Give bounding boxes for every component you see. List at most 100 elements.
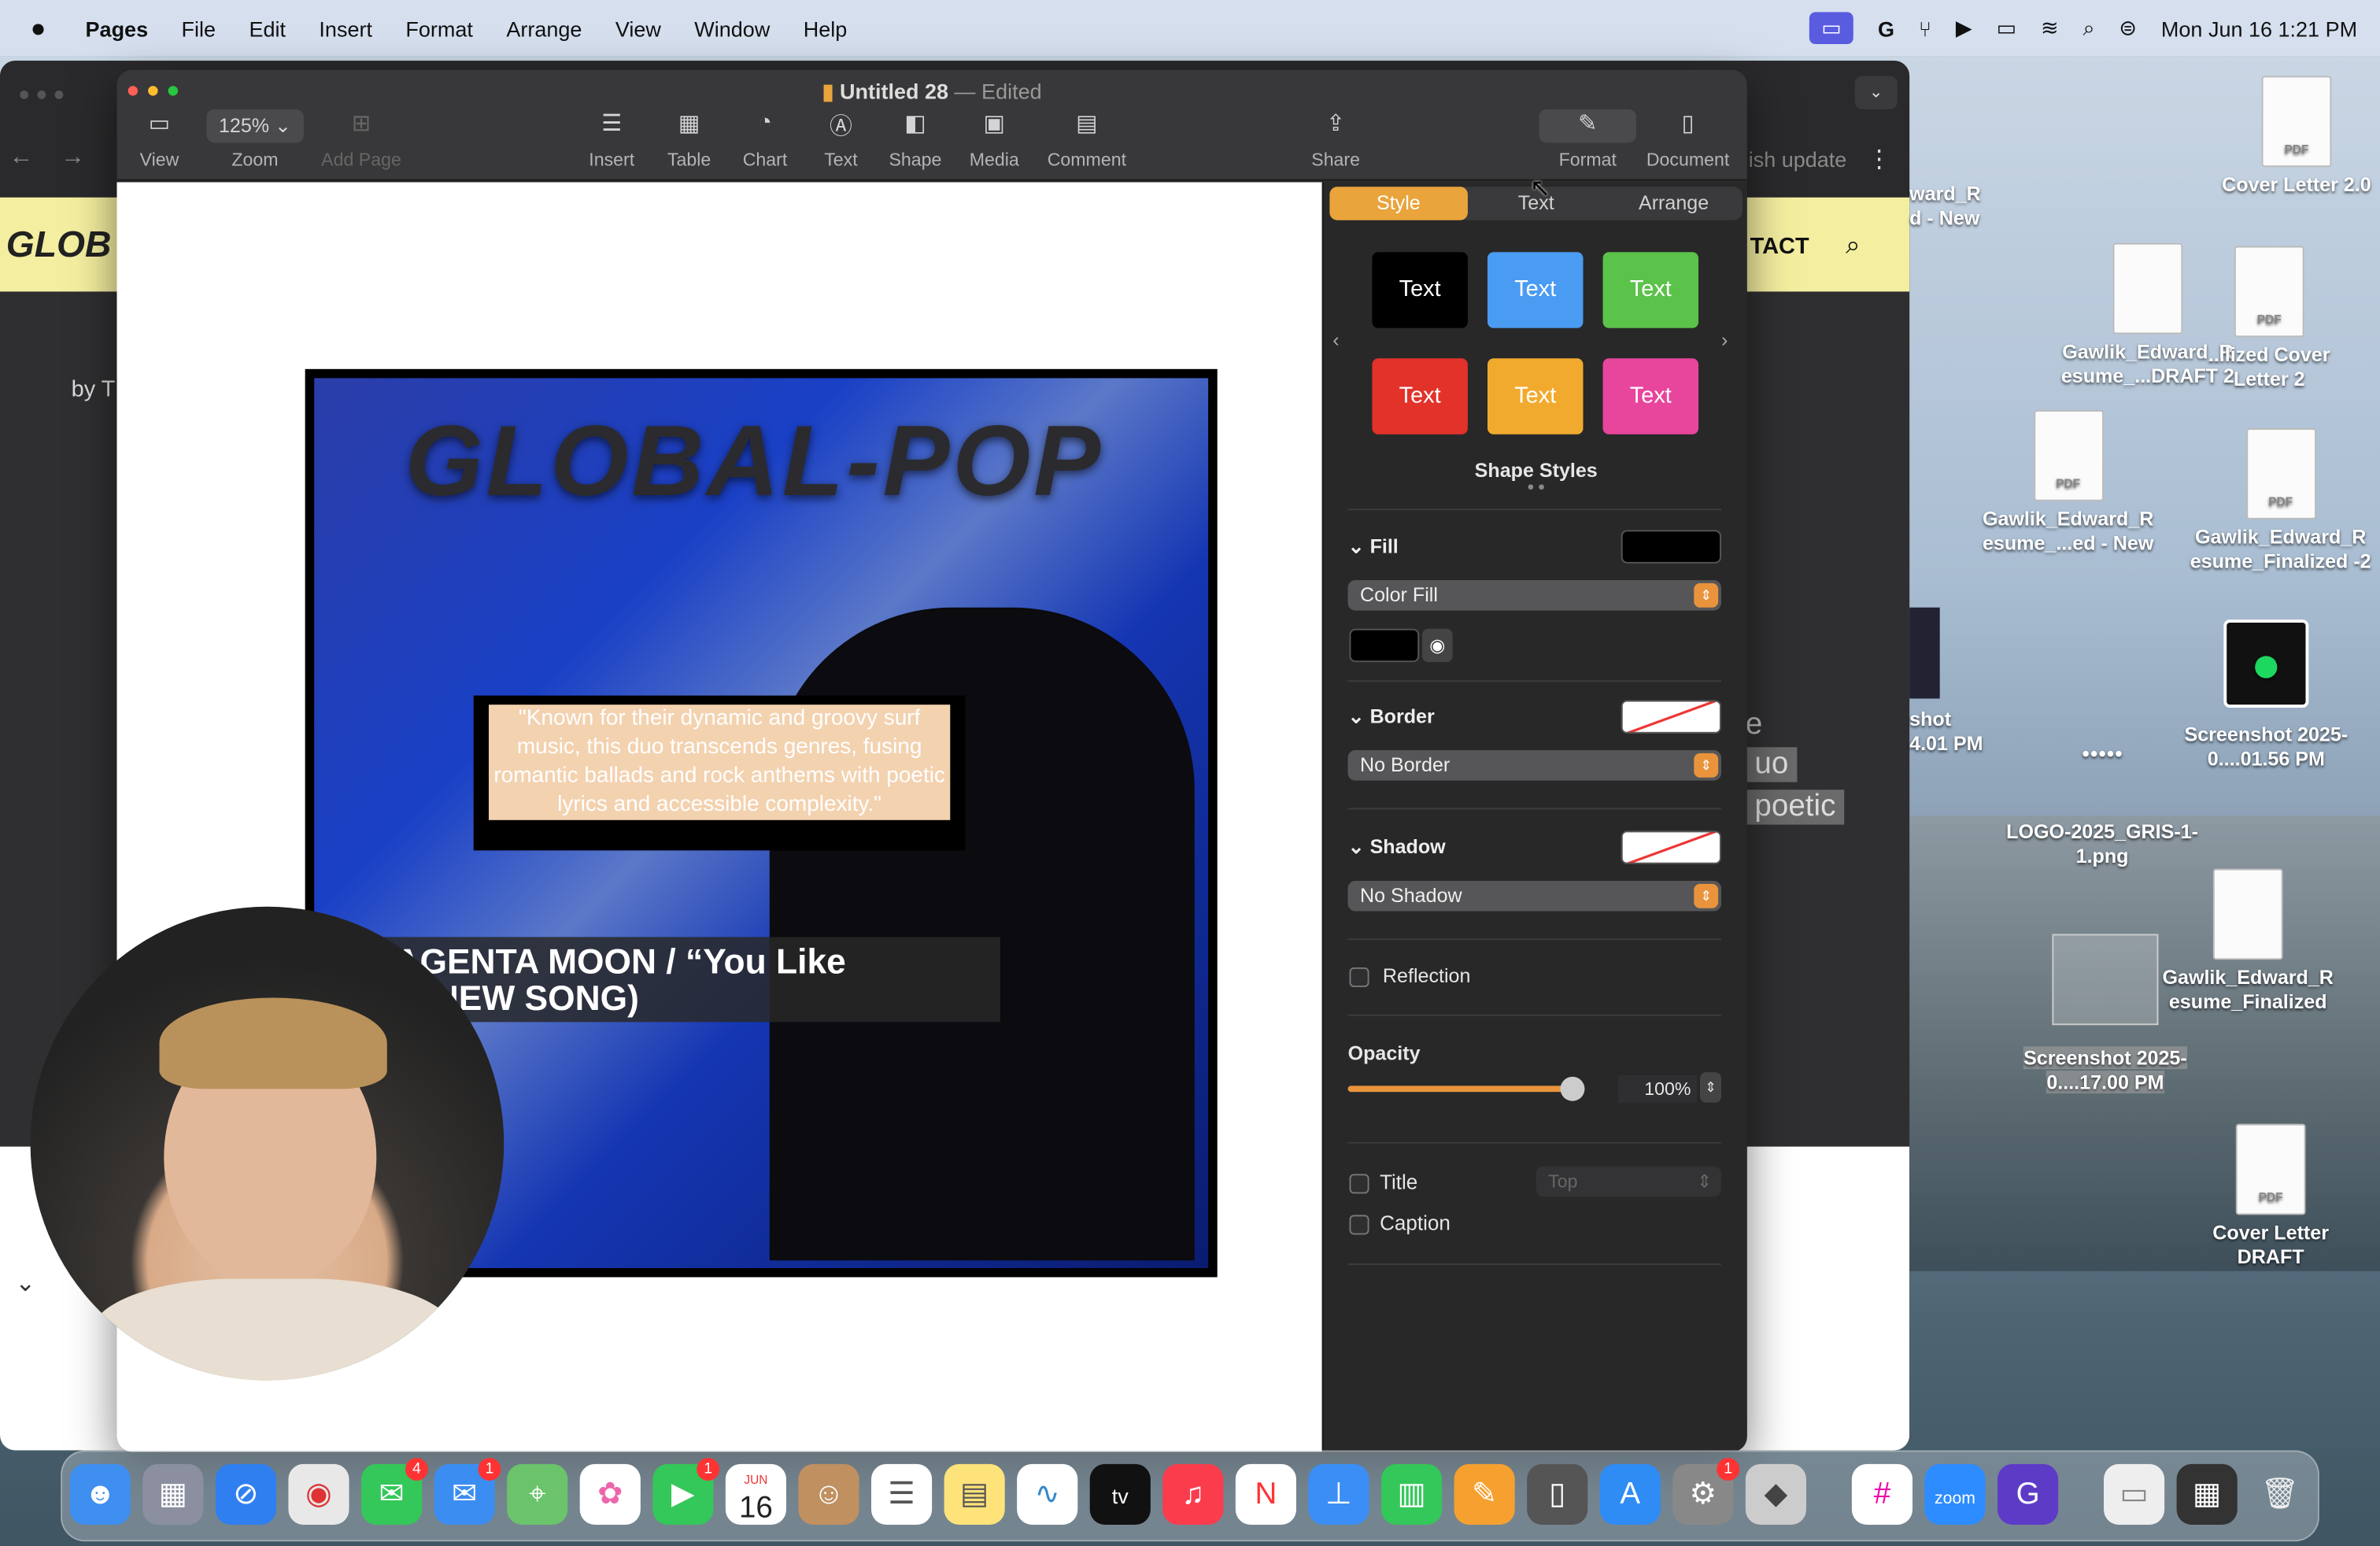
apple-icon[interactable]: ● bbox=[31, 13, 46, 43]
browser-toolbar-text[interactable]: ish update bbox=[1749, 147, 1847, 172]
desktop-icon-partial-resume[interactable]: ward_R d - New bbox=[1909, 183, 1994, 231]
title-checkbox[interactable] bbox=[1349, 1174, 1369, 1194]
more-icon[interactable]: ⋮ bbox=[1867, 144, 1891, 175]
wifi-icon[interactable]: ≋ bbox=[2041, 15, 2059, 41]
roblox-icon[interactable]: ◆ bbox=[1745, 1463, 1806, 1525]
keynote-icon[interactable]: ⊥ bbox=[1308, 1463, 1369, 1525]
tab-overview-icon[interactable]: ⌄ bbox=[1854, 76, 1898, 109]
format-button[interactable]: ✎ Format bbox=[1539, 109, 1636, 170]
shadow-type-select[interactable]: No Shadow ⇕ bbox=[1347, 880, 1721, 912]
opacity-slider[interactable] bbox=[1347, 1076, 1585, 1101]
recent-document-icon[interactable]: ▭ bbox=[2103, 1463, 2165, 1525]
media-button[interactable]: ▣ Media bbox=[970, 109, 1019, 170]
fill-color-well[interactable] bbox=[1349, 628, 1420, 663]
comment-button[interactable]: ▤ Comment bbox=[1048, 109, 1126, 170]
page-dots[interactable]: ● ● bbox=[1324, 480, 1747, 494]
caption-checkbox[interactable] bbox=[1349, 1215, 1369, 1235]
app-store-icon[interactable]: A bbox=[1599, 1463, 1661, 1525]
view-button[interactable]: ▭ View bbox=[140, 109, 179, 170]
zoom-button[interactable]: 125% ⌄ Zoom bbox=[206, 109, 304, 170]
style-swatch-1[interactable]: Text bbox=[1372, 252, 1468, 328]
tab-arrange[interactable]: Arrange bbox=[1605, 187, 1743, 220]
recent-window-icon[interactable]: ▦ bbox=[2176, 1463, 2238, 1525]
calendar-icon[interactable]: JUN 16 bbox=[725, 1463, 786, 1525]
numbers-icon[interactable]: ▥ bbox=[1380, 1463, 1443, 1525]
forward-icon[interactable]: → bbox=[61, 144, 85, 172]
style-swatch-6[interactable]: Text bbox=[1602, 358, 1699, 435]
finder-icon[interactable]: ☻ bbox=[69, 1463, 131, 1525]
desktop-icon-screenshot-spotify[interactable]: ● Screenshot 2025-0....01.56 PM bbox=[2174, 620, 2359, 771]
fill-section[interactable]: ⌄ Fill bbox=[1348, 534, 1399, 559]
menubar-clock[interactable]: Mon Jun 16 1:21 PM bbox=[2161, 16, 2357, 40]
fill-color-swatch[interactable] bbox=[1621, 530, 1721, 564]
menu-window[interactable]: Window bbox=[694, 16, 770, 40]
table-button[interactable]: ▦ Table bbox=[667, 109, 711, 170]
desktop-icon-resume-finalized-2[interactable]: PDF Gawlik_Edward_R esume_Finalized -2 bbox=[2186, 428, 2375, 574]
desktop-icon-screenshot-1700[interactable]: Screenshot 2025-0....17.00 PM bbox=[2007, 934, 2204, 1096]
insert-button[interactable]: ☰ Insert bbox=[589, 109, 634, 170]
fork-icon[interactable]: ⑂ bbox=[1919, 16, 1931, 40]
tab-style[interactable]: Style bbox=[1329, 187, 1468, 220]
desktop-icon-finalized-cover-letter[interactable]: PDF ...lized Cover Letter 2 bbox=[2201, 246, 2338, 392]
control-center-icon[interactable]: ⊜ bbox=[2119, 15, 2137, 41]
launchpad-icon[interactable]: ▦ bbox=[142, 1463, 204, 1525]
menu-edit[interactable]: Edit bbox=[249, 16, 286, 40]
pages-icon[interactable]: ✎ bbox=[1454, 1463, 1515, 1525]
desktop-icon-partial-screenshot[interactable]: shot 4.01 PM bbox=[1909, 607, 1988, 756]
freeform-icon[interactable]: ∿ bbox=[1017, 1463, 1078, 1525]
menu-app-name[interactable]: Pages bbox=[86, 16, 149, 40]
shadow-color-swatch[interactable] bbox=[1621, 830, 1721, 864]
share-button[interactable]: ⇪ Share bbox=[1311, 109, 1360, 170]
back-icon[interactable]: ← bbox=[9, 144, 34, 172]
chart-button[interactable]: ◔ Chart bbox=[743, 109, 788, 170]
title-position-select[interactable]: Top ⇕ bbox=[1536, 1166, 1721, 1197]
style-swatch-4[interactable]: Text bbox=[1372, 358, 1468, 435]
maps-icon[interactable]: ⌖ bbox=[507, 1463, 568, 1525]
border-type-select[interactable]: No Border ⇕ bbox=[1347, 750, 1721, 781]
reminders-icon[interactable]: ☰ bbox=[870, 1463, 933, 1525]
mail-icon[interactable]: ✉ 1 bbox=[434, 1458, 501, 1525]
chevron-down-icon[interactable]: ⌄ bbox=[15, 1268, 35, 1299]
opacity-stepper-icon[interactable]: ⇕ bbox=[1699, 1072, 1721, 1103]
messages-icon[interactable]: ✉ 4 bbox=[360, 1458, 428, 1525]
song-title-box[interactable]: AGENTA MOON / “You Like ” (NEW SONG) bbox=[382, 937, 1000, 1023]
desktop-icon-resume-new[interactable]: PDF Gawlik_Edward_R esume_...ed - New bbox=[1973, 409, 2163, 556]
grammarly-dock-icon[interactable]: G bbox=[1997, 1463, 2059, 1525]
quote-text[interactable]: "Known for their dynamic and groovy surf… bbox=[488, 705, 951, 820]
chrome-icon[interactable]: ◉ bbox=[288, 1463, 349, 1525]
shape-button[interactable]: ◧ Shape bbox=[889, 109, 941, 170]
opacity-slider-knob[interactable] bbox=[1560, 1076, 1585, 1101]
play-icon[interactable]: ▶ bbox=[1956, 15, 1972, 41]
document-button[interactable]: ▯ Document bbox=[1646, 109, 1729, 170]
slack-icon[interactable]: # bbox=[1851, 1463, 1913, 1525]
music-icon[interactable]: ♫ bbox=[1162, 1463, 1224, 1525]
facetime-icon[interactable]: ▶ 1 bbox=[652, 1458, 720, 1525]
menu-insert[interactable]: Insert bbox=[319, 16, 372, 40]
zoom-select[interactable]: 125% ⌄ bbox=[206, 109, 304, 143]
reflection-checkbox[interactable] bbox=[1349, 967, 1369, 988]
contacts-icon[interactable]: ☺ bbox=[798, 1463, 859, 1525]
menu-format[interactable]: Format bbox=[405, 16, 473, 40]
style-swatch-2[interactable]: Text bbox=[1487, 252, 1584, 328]
style-swatch-3[interactable]: Text bbox=[1602, 252, 1699, 328]
menu-arrange[interactable]: Arrange bbox=[506, 16, 582, 40]
border-section[interactable]: ⌄ Border bbox=[1348, 705, 1435, 729]
grammarly-icon[interactable]: G bbox=[1878, 16, 1894, 40]
style-swatch-5[interactable]: Text bbox=[1487, 358, 1584, 435]
menu-file[interactable]: File bbox=[182, 16, 216, 40]
border-color-swatch[interactable] bbox=[1621, 700, 1721, 734]
battery-icon[interactable]: ▭ bbox=[1997, 15, 2017, 41]
quote-text-box[interactable]: "Known for their dynamic and groovy surf… bbox=[473, 695, 966, 851]
shadow-section[interactable]: ⌄ Shadow bbox=[1348, 835, 1446, 860]
opacity-value[interactable]: 100% bbox=[1617, 1074, 1698, 1103]
menu-help[interactable]: Help bbox=[804, 16, 848, 40]
menu-view[interactable]: View bbox=[615, 16, 661, 40]
notes-icon[interactable]: ▤ bbox=[944, 1463, 1005, 1525]
trash-icon[interactable]: 🗑 bbox=[2249, 1464, 2310, 1525]
system-settings-icon[interactable]: ⚙ 1 bbox=[1672, 1458, 1740, 1525]
desktop-icon-cover-letter-draft[interactable]: PDF Cover Letter DRAFT bbox=[2210, 1123, 2331, 1270]
add-page-button[interactable]: ⊞ Add Page bbox=[321, 109, 401, 170]
desktop-icon-logo-png[interactable]: ●●●●● LOGO-2025_GRIS-1-1.png bbox=[2004, 741, 2201, 868]
desktop-icon-cover-letter-2[interactable]: PDF Cover Letter 2.0 bbox=[2216, 76, 2377, 197]
photos-icon[interactable]: ✿ bbox=[579, 1463, 641, 1525]
